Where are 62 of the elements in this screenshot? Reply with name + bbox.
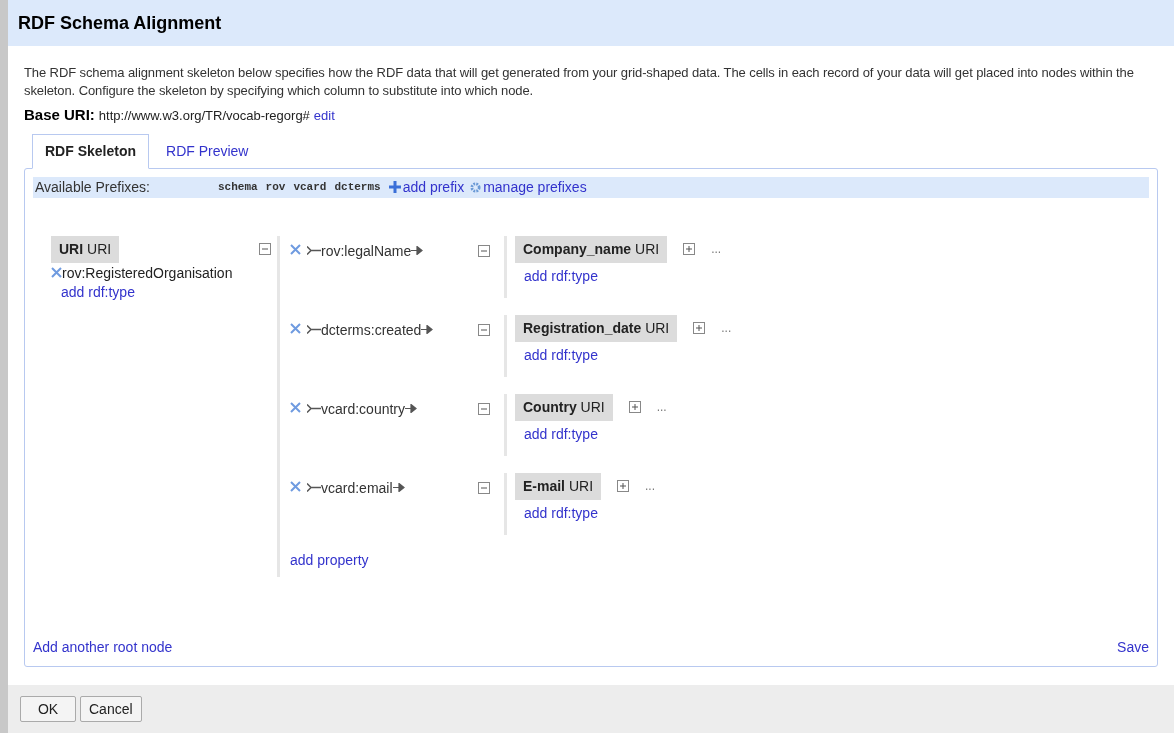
rdf-type: rov:RegisteredOrganisation xyxy=(62,263,233,282)
save-link[interactable]: Save xyxy=(1117,637,1149,658)
more-menu[interactable]: ... xyxy=(645,477,656,495)
add-property-link[interactable]: add property xyxy=(290,549,369,571)
prefix: rov xyxy=(265,179,286,195)
edit-link[interactable]: edit xyxy=(313,106,335,126)
expand-icon[interactable] xyxy=(617,480,630,492)
collapse-icon[interactable] xyxy=(478,323,490,336)
tab[interactable]: RDF Skeleton xyxy=(32,133,149,169)
expand-icon[interactable] xyxy=(693,322,706,334)
property-name[interactable]: vcard:country xyxy=(321,401,406,416)
add-rdf-type-link[interactable]: add rdf:type xyxy=(524,423,598,445)
add-rdf-type-link[interactable]: add rdf:type xyxy=(61,281,135,302)
manage-prefixes-link[interactable]: manage prefixes xyxy=(483,176,587,198)
collapse-icon[interactable] xyxy=(478,402,490,415)
close-icon[interactable] xyxy=(51,267,62,278)
arrow-tail-icon xyxy=(307,483,321,492)
collapse-icon[interactable] xyxy=(259,242,271,255)
prefixes-label: Available Prefixes: xyxy=(35,177,151,197)
more-menu[interactable]: ... xyxy=(711,240,722,258)
property-name[interactable]: dcterms:created xyxy=(321,322,422,337)
arrow-tail-icon xyxy=(307,404,321,413)
arrow-tail-icon xyxy=(307,325,321,334)
gear-icon[interactable] xyxy=(470,181,482,193)
arrow-tail-icon xyxy=(307,246,321,255)
add-rdf-type-link[interactable]: add rdf:type xyxy=(524,502,598,524)
node-label[interactable]: Registration_date URI xyxy=(515,314,678,342)
prefix: dcterms xyxy=(334,179,381,195)
collapse-icon[interactable] xyxy=(478,481,490,494)
node-label[interactable]: Company_name URI xyxy=(515,235,668,263)
collapse-icon[interactable] xyxy=(478,244,490,257)
close-icon[interactable] xyxy=(290,480,301,492)
base-uri-label: Base URI: xyxy=(24,105,95,125)
prefix: vcard xyxy=(293,179,327,195)
base-uri-value: http://www.w3.org/TR/vocab-regorg# xyxy=(98,107,310,125)
arrow-head-icon xyxy=(392,483,405,492)
ok-button[interactable]: OK xyxy=(20,696,76,722)
more-menu[interactable]: ... xyxy=(656,398,667,416)
expand-icon[interactable] xyxy=(628,401,641,413)
arrow-head-icon xyxy=(405,404,418,413)
description: The RDF schema alignment skeleton below specifies how the RDF data that will get generated from your grid-shaped data. The cells in each record of your data will get placed into nodes within the skeleton. Configure the skeleton by specifying which column to substitute into which node. xyxy=(24,64,1135,100)
prefix: schema xyxy=(218,179,258,195)
node-label[interactable]: URI URI xyxy=(51,235,120,263)
property-name[interactable]: vcard:email xyxy=(321,480,393,495)
node-label[interactable]: E-mail URI xyxy=(515,472,602,500)
dialog-title: RDF Schema Alignment xyxy=(18,11,222,35)
arrow-head-icon xyxy=(421,325,434,334)
close-icon[interactable] xyxy=(290,243,301,255)
add-rdf-type-link[interactable]: add rdf:type xyxy=(524,265,598,287)
add-prefix-link[interactable]: add prefix xyxy=(402,176,465,198)
property-name[interactable]: rov:legalName xyxy=(321,243,412,258)
tab[interactable]: RDF Preview xyxy=(153,133,262,169)
plus-icon[interactable] xyxy=(388,181,401,193)
node-label[interactable]: Country URI xyxy=(515,393,613,421)
add-rdf-type-link[interactable]: add rdf:type xyxy=(524,344,598,366)
cancel-button[interactable]: Cancel xyxy=(80,696,142,722)
expand-icon[interactable] xyxy=(683,243,696,255)
more-menu[interactable]: ... xyxy=(721,319,732,337)
arrow-head-icon xyxy=(411,246,424,255)
add-root-node-link[interactable]: Add another root node xyxy=(33,637,173,658)
close-icon[interactable] xyxy=(290,322,301,334)
close-icon[interactable] xyxy=(290,401,301,413)
